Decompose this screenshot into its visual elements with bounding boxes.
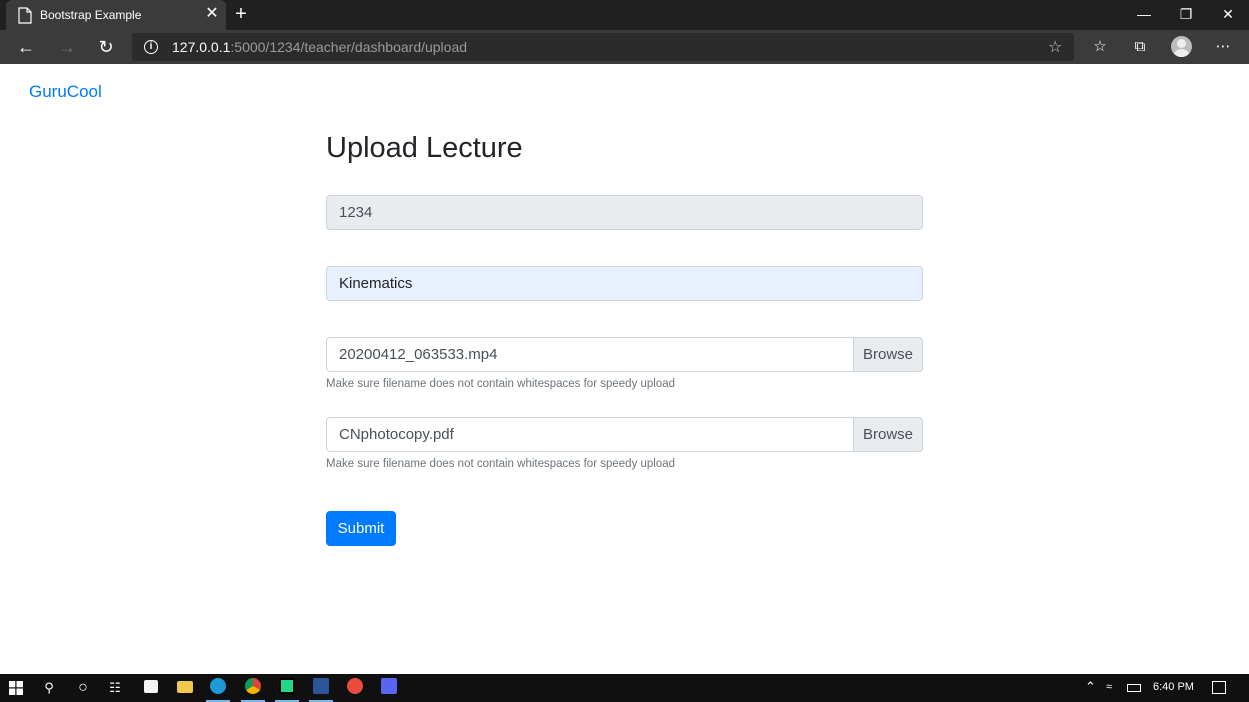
forward-icon[interactable]: → bbox=[56, 37, 78, 57]
close-window-icon[interactable]: ✕ bbox=[1217, 4, 1239, 24]
notes-browse-button[interactable]: Browse bbox=[853, 417, 923, 452]
word-icon[interactable] bbox=[313, 678, 329, 694]
file-explorer-icon[interactable] bbox=[177, 681, 193, 693]
favorite-star-icon[interactable]: ☆ bbox=[1048, 37, 1062, 57]
windows-start-icon[interactable] bbox=[9, 681, 23, 695]
video-browse-button[interactable]: Browse bbox=[853, 337, 923, 372]
task-view-icon[interactable]: ☷ bbox=[106, 679, 124, 697]
tab-title: Bootstrap Example bbox=[40, 8, 142, 22]
url-path: :5000/1234/teacher/dashboard/upload bbox=[230, 39, 468, 55]
battery-icon[interactable] bbox=[1127, 684, 1141, 692]
address-bar[interactable]: i 127.0.0.1:5000/1234/teacher/dashboard/… bbox=[132, 33, 1074, 61]
search-icon[interactable]: ⚲ bbox=[40, 679, 58, 697]
lecture-name-input[interactable]: Kinematics bbox=[326, 266, 923, 301]
page-icon bbox=[18, 7, 32, 24]
class-id-field[interactable]: 1234 bbox=[326, 195, 923, 230]
brand-link[interactable]: GuruCool bbox=[29, 82, 102, 102]
browser-toolbar: ← → ↻ i 127.0.0.1:5000/1234/teacher/dash… bbox=[0, 30, 1249, 64]
video-file-input[interactable]: 20200412_063533.mp4 Browse bbox=[326, 337, 923, 372]
chrome-icon[interactable] bbox=[245, 678, 261, 694]
page-title: Upload Lecture bbox=[326, 132, 523, 164]
collections-icon[interactable]: ⧉ bbox=[1130, 37, 1150, 57]
site-info-icon[interactable]: i bbox=[144, 40, 158, 54]
wifi-icon[interactable]: ≈ bbox=[1106, 681, 1112, 693]
show-hidden-icons-icon[interactable]: ⌃ bbox=[1085, 679, 1096, 695]
notes-file-label[interactable]: CNphotocopy.pdf bbox=[326, 417, 923, 452]
notes-file-help: Make sure filename does not contain whit… bbox=[326, 458, 676, 470]
notifications-icon[interactable] bbox=[1212, 681, 1226, 694]
favorites-icon[interactable]: ☆ bbox=[1090, 37, 1110, 57]
browser-tab[interactable]: Bootstrap Example ✕ bbox=[6, 0, 226, 30]
refresh-icon[interactable]: ↻ bbox=[95, 37, 117, 57]
profile-avatar-icon[interactable] bbox=[1171, 36, 1192, 57]
new-tab-icon[interactable]: + bbox=[232, 4, 250, 24]
cortana-icon[interactable]: ○ bbox=[74, 679, 92, 697]
close-tab-icon[interactable]: ✕ bbox=[204, 6, 220, 22]
windows-taskbar: ⚲ ○ ☷ ⌃ ≈ 6:40 PM bbox=[0, 674, 1249, 702]
pycharm-icon[interactable] bbox=[279, 678, 295, 694]
edge-icon[interactable] bbox=[210, 678, 226, 694]
url-host: 127.0.0.1 bbox=[172, 39, 231, 55]
browser-tab-bar: Bootstrap Example ✕ + — ❐ ✕ bbox=[0, 0, 1249, 30]
discord-icon[interactable] bbox=[381, 678, 397, 694]
notes-file-input[interactable]: CNphotocopy.pdf Browse bbox=[326, 417, 923, 452]
submit-button[interactable]: Submit bbox=[326, 511, 396, 546]
back-icon[interactable]: ← bbox=[15, 37, 37, 57]
app-icon[interactable] bbox=[347, 678, 363, 694]
store-icon[interactable] bbox=[144, 680, 158, 693]
video-file-help: Make sure filename does not contain whit… bbox=[326, 378, 676, 390]
video-file-label[interactable]: 20200412_063533.mp4 bbox=[326, 337, 923, 372]
url-text[interactable]: 127.0.0.1:5000/1234/teacher/dashboard/up… bbox=[172, 39, 467, 55]
minimize-icon[interactable]: — bbox=[1133, 4, 1155, 24]
more-menu-icon[interactable]: ⋯ bbox=[1213, 37, 1233, 57]
clock-time[interactable]: 6:40 PM bbox=[1153, 681, 1194, 693]
restore-icon[interactable]: ❐ bbox=[1175, 4, 1197, 24]
